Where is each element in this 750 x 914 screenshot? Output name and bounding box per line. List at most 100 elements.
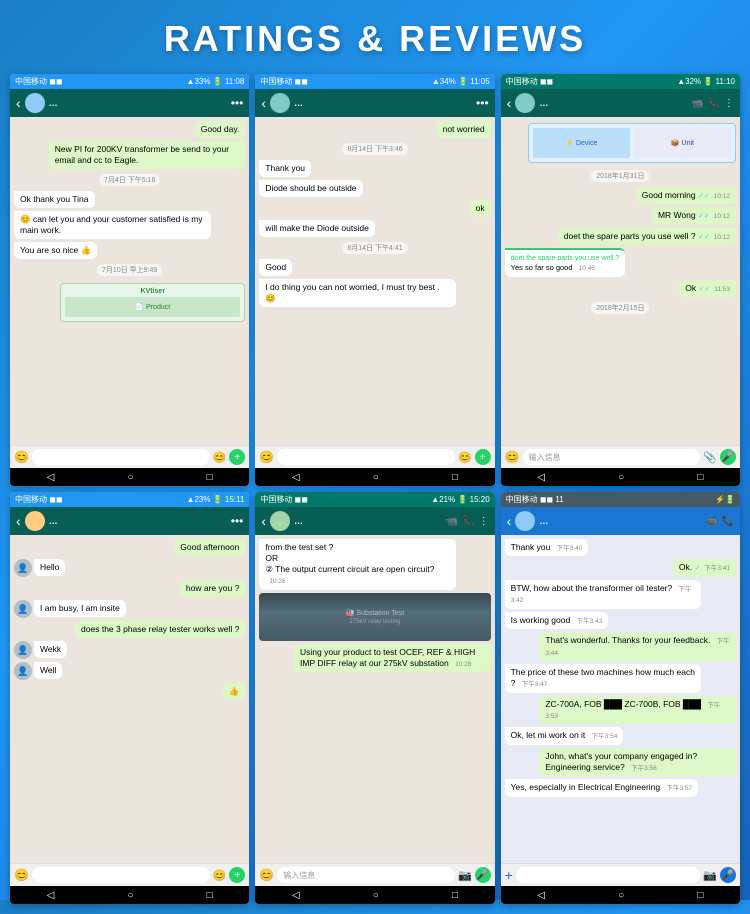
attach-icon-2[interactable]: 😊 <box>458 451 472 464</box>
video-icon-6[interactable]: 📹 <box>705 516 717 527</box>
bubble: Yes, especially in Electrical Engineerin… <box>505 779 698 796</box>
msg-row: ZC-700A, FOB ███ ZC-700B, FOB ███ 下午3:53 <box>505 696 736 725</box>
bubble: Ok. ✓下午3:41 <box>673 559 736 576</box>
video-icon[interactable]: 📹 <box>691 98 703 109</box>
home-nav-3[interactable]: ○ <box>618 472 624 483</box>
mic-icon-4[interactable]: + <box>229 867 245 883</box>
bubble: 😊 can let you and your customer satisfie… <box>14 211 211 239</box>
more-icon-2[interactable]: ••• <box>476 96 489 110</box>
back-nav-4[interactable]: ◁ <box>47 890 55 901</box>
emoji-icon-5[interactable]: 😊 <box>259 868 274 882</box>
msg-row: Is working good 下午3:43 <box>505 612 736 629</box>
bubble: Thank you <box>259 160 311 177</box>
bubble: The price of these two machines how much… <box>505 664 702 692</box>
message-input-6[interactable] <box>516 867 700 883</box>
chat-body-3: ⚡ Device 📦 Unit 2018年1月31日 Good morning … <box>501 117 740 445</box>
avatar-4 <box>25 511 45 531</box>
user-avatar-4c: 👤 <box>14 641 32 659</box>
page-title: RATINGS & REVIEWS <box>0 0 750 74</box>
message-input-3[interactable]: 输入信息 <box>523 449 701 465</box>
emoji-icon-3[interactable]: 😊 <box>505 450 520 464</box>
emoji-icon[interactable]: 😊 <box>14 450 29 464</box>
camera-icon-6[interactable]: 📷 <box>703 869 717 882</box>
msg-row: ok <box>259 200 490 217</box>
chat-footer-1: 😊 😊 + <box>10 445 249 468</box>
contact-name-3: … <box>539 98 687 108</box>
recents-nav-5[interactable]: □ <box>452 890 458 901</box>
mic-icon[interactable]: + <box>229 449 245 465</box>
mic-icon-3[interactable]: 🎤 <box>720 449 736 465</box>
more-icon-5[interactable]: ⋮ <box>479 516 489 527</box>
bubble: ok <box>470 200 491 217</box>
recents-nav-4[interactable]: □ <box>207 890 213 901</box>
recents-nav-2[interactable]: □ <box>452 472 458 483</box>
attach-icon[interactable]: 😊 <box>213 451 227 464</box>
msg-row: does the 3 phase relay tester works well… <box>14 621 245 638</box>
more-icon-1[interactable]: ••• <box>231 96 244 110</box>
back-nav[interactable]: ◁ <box>47 472 55 483</box>
home-nav-4[interactable]: ○ <box>127 890 133 901</box>
contact-name-4: … <box>49 516 227 526</box>
message-input-5[interactable]: 输入信息 <box>277 867 455 883</box>
phone-screen-2: 中国移动 ◼◼ ▲34% 🔋 11:05 ‹ … ••• not worried… <box>255 74 494 486</box>
recents-nav-3[interactable]: □ <box>697 472 703 483</box>
bubble: Good <box>259 259 292 276</box>
mic-icon-5[interactable]: 🎤 <box>475 867 491 883</box>
call-icon[interactable]: 📞 <box>708 98 720 109</box>
phone-screen-1: 中国移动 ◼◼ ▲33% 🔋 11:08 ‹ … ••• Good day. N… <box>10 74 249 486</box>
video-icon-5[interactable]: 📹 <box>446 516 458 527</box>
call-icon-6[interactable]: 📞 <box>722 516 734 527</box>
msg-row: KVtiser 📄 Product <box>14 281 245 324</box>
bubble: Wekk <box>34 641 67 658</box>
attach-icon-5[interactable]: 📷 <box>458 869 472 882</box>
bubble: John, what's your company engaged in? En… <box>539 748 736 776</box>
msg-row: BTW, how about the transformer oil teste… <box>505 580 736 609</box>
bubble: I do thing you can not worried, I must t… <box>259 279 456 307</box>
add-icon-6[interactable]: + <box>505 867 513 883</box>
back-nav-3[interactable]: ◁ <box>537 472 545 483</box>
mic-icon-6[interactable]: 🎤 <box>720 867 736 883</box>
nav-bar-2: ◁ ○ □ <box>255 468 494 486</box>
bubble: Good afternoon <box>174 539 245 556</box>
msg-row: how are you ? <box>14 580 245 597</box>
chat-header-4: ‹ … ••• <box>10 507 249 535</box>
message-input-2[interactable] <box>277 449 455 465</box>
message-input-4[interactable] <box>32 867 210 883</box>
chat-footer-4: 😊 😊 + <box>10 863 249 886</box>
more-icon-4[interactable]: ••• <box>231 514 244 528</box>
header-icons-3: 📹 📞 ⋮ <box>691 98 734 109</box>
back-nav-2[interactable]: ◁ <box>292 472 300 483</box>
home-nav-5[interactable]: ○ <box>373 890 379 901</box>
attach-icon-3[interactable]: 📎 <box>703 451 717 464</box>
mic-icon-2[interactable]: + <box>475 449 491 465</box>
phone-screen-3: 中国移动 ◼◼ ▲32% 🔋 11:10 ‹ … 📹 📞 ⋮ ⚡ Device … <box>501 74 740 486</box>
bubble: doet the spare parts you use well ?Yes s… <box>505 248 626 277</box>
more-icon-3[interactable]: ⋮ <box>724 98 734 109</box>
home-nav[interactable]: ○ <box>127 472 133 483</box>
chat-footer-3: 😊 输入信息 📎 🎤 <box>501 445 740 468</box>
message-input-1[interactable] <box>32 449 210 465</box>
avatar-2 <box>270 93 290 113</box>
bubble: Ok ✓✓11:53 <box>679 280 736 297</box>
recents-nav[interactable]: □ <box>207 472 213 483</box>
timestamp: 2018年2月15日 <box>591 302 649 314</box>
attach-icon-4[interactable]: 😊 <box>213 869 227 882</box>
back-icon-6: ‹ <box>507 513 512 529</box>
emoji-icon-2[interactable]: 😊 <box>259 450 274 464</box>
back-nav-5[interactable]: ◁ <box>292 890 300 901</box>
back-nav-6[interactable]: ◁ <box>537 890 545 901</box>
status-bar-4: 中国移动 ◼◼ ▲23% 🔋 15:11 <box>10 492 249 507</box>
home-nav-6[interactable]: ○ <box>618 890 624 901</box>
emoji-icon-4[interactable]: 😊 <box>14 868 29 882</box>
contact-name-6: … <box>539 516 701 526</box>
bubble: Thank you 下午3:40 <box>505 539 589 556</box>
chat-body-6: Thank you 下午3:40 Ok. ✓下午3:41 BTW, how ab… <box>501 535 740 863</box>
bubble: Good morning ✓✓10:12 <box>636 187 736 204</box>
bubble: Is working good 下午3:43 <box>505 612 609 629</box>
recents-nav-6[interactable]: □ <box>697 890 703 901</box>
chat-header-2: ‹ … ••• <box>255 89 494 117</box>
call-icon-5[interactable]: 📞 <box>462 516 474 527</box>
phone-screen-4: 中国移动 ◼◼ ▲23% 🔋 15:11 ‹ … ••• Good aftern… <box>10 492 249 904</box>
phone-screen-6: 中国移动 ◼◼ 11 ⚡🔋 ‹ … 📹 📞 Thank you 下午3:40 O… <box>501 492 740 904</box>
home-nav-2[interactable]: ○ <box>373 472 379 483</box>
